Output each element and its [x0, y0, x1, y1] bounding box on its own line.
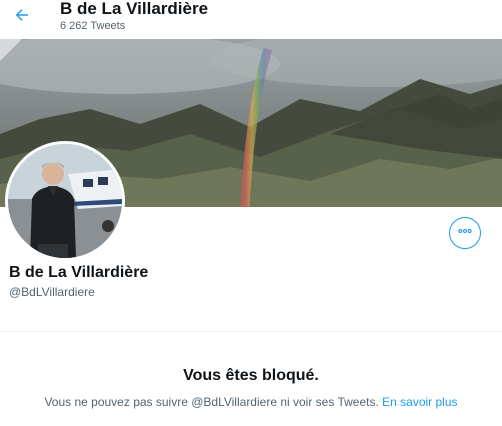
- more-options-button[interactable]: [449, 217, 481, 249]
- blocked-message-container: Vous ne pouvez pas suivre @BdLVillardier…: [0, 395, 502, 409]
- profile-header: B de La Villardière 6 262 Tweets: [0, 0, 502, 38]
- profile-display-name: B de La Villardière: [9, 264, 149, 281]
- back-button[interactable]: [10, 5, 34, 29]
- tweet-count: 6 262 Tweets: [60, 20, 126, 32]
- blocked-message: Vous ne pouvez pas suivre @BdLVillardier…: [44, 395, 379, 409]
- learn-more-link[interactable]: En savoir plus: [382, 395, 457, 409]
- avatar[interactable]: [5, 141, 125, 261]
- divider: [0, 331, 502, 332]
- blocked-title: Vous êtes bloqué.: [183, 367, 319, 384]
- profile-page: B de La Villardière 6 262 Tweets B de La…: [0, 0, 502, 426]
- header-title: B de La Villardière: [60, 0, 209, 18]
- profile-handle: @BdLVillardiere: [9, 285, 95, 299]
- more-horizontal-icon: [457, 223, 473, 244]
- arrow-left-icon: [13, 6, 31, 29]
